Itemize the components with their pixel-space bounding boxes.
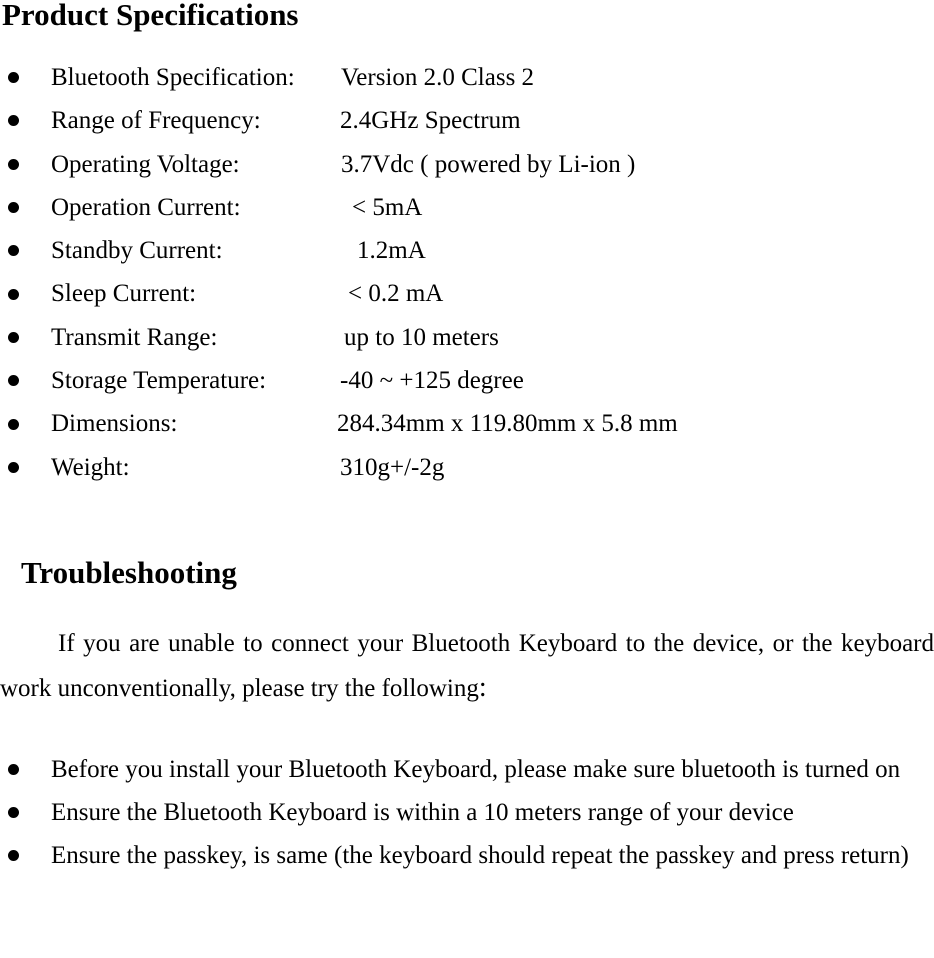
bullet-icon — [8, 115, 19, 127]
list-item: Before you install your Bluetooth Keyboa… — [0, 748, 934, 791]
spec-value: 3.7Vdc ( powered by Li-ion ) — [341, 150, 636, 178]
spec-value: 2.4GHz Spectrum — [340, 107, 521, 135]
tip-text: Before you install your Bluetooth Keyboa… — [51, 756, 901, 783]
troubleshooting-intro-colon: : — [478, 672, 487, 703]
spec-row: Bluetooth Specification: Version 2.0 Cla… — [0, 56, 934, 99]
bullet-icon — [8, 331, 19, 343]
list-item: Ensure the passkey, is same (the keyboar… — [0, 834, 934, 877]
spec-label: Sleep Current: — [51, 280, 197, 308]
troubleshooting-intro-paragraph: If you are unable to connect your Blueto… — [0, 622, 934, 711]
spec-value: < 0.2 mA — [348, 280, 444, 308]
bullet-icon — [8, 288, 19, 300]
spec-label: Weight: — [51, 453, 130, 481]
list-item: Ensure the Bluetooth Keyboard is within … — [0, 791, 934, 834]
bullet-icon — [8, 72, 19, 84]
spec-row: Dimensions: 284.34mm x 119.80mm x 5.8 mm — [0, 402, 934, 445]
bullet-icon — [8, 375, 19, 387]
bullet-icon — [8, 850, 19, 861]
bullet-icon — [8, 245, 19, 257]
page-title-product-specifications: Product Specifications — [2, 0, 299, 32]
product-specifications-list: Bluetooth Specification: Version 2.0 Cla… — [0, 56, 934, 489]
spec-value: 1.2mA — [357, 237, 426, 265]
bullet-icon — [8, 418, 19, 430]
bullet-icon — [8, 461, 19, 473]
spec-label: Bluetooth Specification: — [51, 64, 295, 91]
spec-label: Storage Temperature: — [51, 367, 267, 395]
troubleshooting-intro-text: If you are unable to connect your Blueto… — [0, 630, 934, 702]
spec-label: Range of Frequency: — [51, 107, 261, 135]
spec-label: Standby Current: — [51, 237, 223, 265]
bullet-icon — [8, 158, 19, 170]
spec-value: up to 10 meters — [344, 323, 499, 351]
spec-row: Weight: 310g+/-2g — [0, 446, 934, 489]
spec-row: Operation Current: < 5mA — [0, 186, 934, 229]
document-page: Product Specifications Bluetooth Specifi… — [0, 0, 934, 958]
tip-text: Ensure the Bluetooth Keyboard is within … — [51, 799, 794, 826]
spec-value: < 5mA — [352, 193, 423, 221]
spec-row: Operating Voltage: 3.7Vdc ( powered by L… — [0, 143, 934, 186]
spec-label: Operation Current: — [51, 193, 241, 221]
bullet-icon — [8, 202, 19, 214]
bullet-icon — [8, 764, 19, 775]
spec-value: -40 ~ +125 degree — [340, 367, 524, 395]
spec-value: 310g+/-2g — [340, 453, 445, 481]
spec-label: Operating Voltage: — [51, 150, 240, 178]
spec-row: Standby Current: 1.2mA — [0, 229, 934, 272]
spec-row: Storage Temperature: -40 ~ +125 degree — [0, 359, 934, 402]
spec-value: 284.34mm x 119.80mm x 5.8 mm — [337, 410, 678, 438]
spec-label: Dimensions: — [51, 410, 178, 438]
spec-row: Sleep Current: < 0.2 mA — [0, 272, 934, 315]
page-title-troubleshooting: Troubleshooting — [21, 555, 237, 590]
troubleshooting-tips-list: Before you install your Bluetooth Keyboa… — [0, 748, 934, 877]
spec-label: Transmit Range: — [51, 323, 218, 351]
tip-text: Ensure the passkey, is same (the keyboar… — [51, 842, 909, 869]
bullet-icon — [8, 807, 19, 818]
spec-value: Version 2.0 Class 2 — [341, 64, 535, 91]
spec-row: Range of Frequency: 2.4GHz Spectrum — [0, 99, 934, 142]
spec-row: Transmit Range: up to 10 meters — [0, 316, 934, 359]
